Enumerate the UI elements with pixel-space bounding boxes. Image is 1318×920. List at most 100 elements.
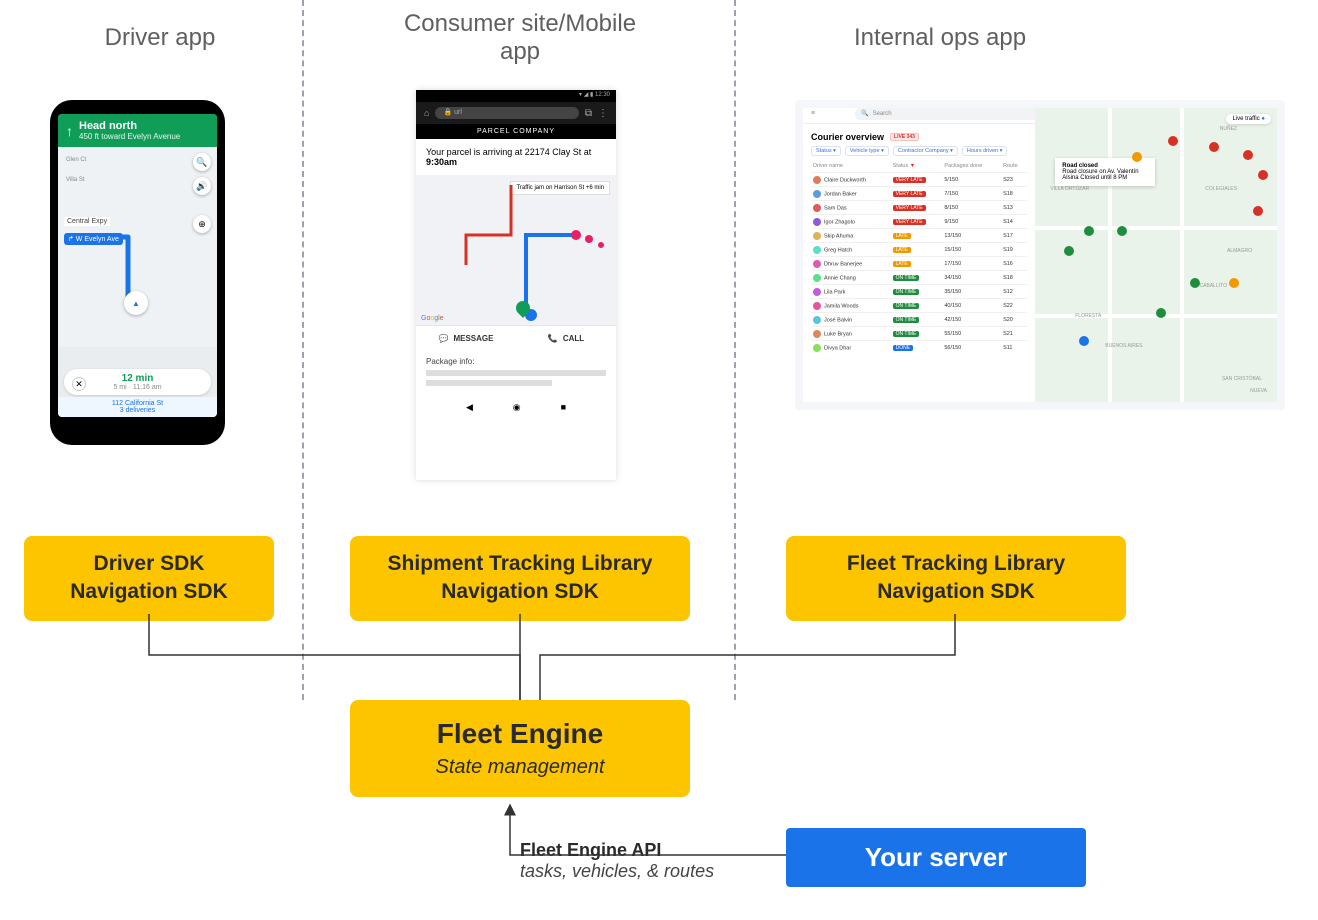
ops-sdk-box: Fleet Tracking LibraryNavigation SDK [786,536,1126,621]
footer-address: 112 California St [58,400,217,407]
map-marker [1209,142,1219,152]
filter-status[interactable]: Status ▾ [811,146,841,156]
route-line [416,175,616,325]
fleet-engine-api-label: Fleet Engine API tasks, vehicles, & rout… [520,840,714,882]
driver-map: Glen Ct Villa St Central Expy 🔍 🔊 ⊕ ↱ W … [58,147,217,347]
filter-hours[interactable]: Hours driven ▾ [962,146,1007,156]
phone-statusbar: ▾ ◢ ▮ 12:30 [416,90,616,102]
column-header-consumer: Consumer site/Mobile app [400,10,640,66]
map-area-label: NUEVA [1250,388,1267,394]
parcel-message: Your parcel is arriving at 22174 Clay St… [416,139,616,175]
direction-subtitle: 450 ft toward Evelyn Avenue [79,132,180,141]
consumer-sdk-box: Shipment Tracking LibraryNavigation SDK [350,536,690,621]
android-nav-buttons: ◀ ◉ ■ [416,396,616,423]
fleet-engine-title: Fleet Engine [360,718,680,750]
driver-sdk-box: Driver SDKNavigation SDK [24,536,274,621]
map-area-label: COLEGIALES [1205,186,1237,192]
column-divider [302,0,304,700]
table-row: Greg HatchLATE15/150S19 [811,243,1027,257]
consumer-map: Traffic jam on Harrison St +6 min Google [416,175,616,325]
fleet-engine-subtitle: State management [360,756,680,779]
map-marker [1117,226,1127,236]
map-area-label: FLORESTA [1075,313,1101,319]
courier-table: Driver name Status ▼ Packages done Route… [811,160,1027,354]
map-marker [1132,152,1142,162]
browser-urlbar: ⌂ 🔒 url ⧉ ⋮ [416,102,616,124]
th-status: Status ▼ [891,160,943,173]
internal-ops-mockup: ≡ 🔍Search ✕ Courier overviewLIVE 343 Sta… [795,100,1285,410]
map-marker [1084,226,1094,236]
home-icon: ⌂ [424,108,429,118]
package-info-section: Package info: [416,351,616,396]
nav-direction-banner: ↑ Head north 450 ft toward Evelyn Avenue [58,114,217,147]
api-label-subtitle: tasks, vehicles, & routes [520,861,714,882]
eta-time: 12 min [70,373,205,384]
ops-title: Courier overviewLIVE 343 [811,132,1027,142]
home-icon: ◉ [513,402,521,413]
direction-title: Head north [79,120,180,132]
map-area-label: NUÑEZ [1220,126,1237,132]
call-button[interactable]: 📞CALL [516,326,616,351]
delivery-footer: 112 California St 3 deliveries [58,397,217,417]
table-row: Dhruv BanerjeeLATE17/150S16 [811,257,1027,271]
table-row: Sam DasVERY LATE8/150S13 [811,201,1027,215]
call-icon: 📞 [548,334,558,343]
table-row: Annie ChangON TIME34/150S18 [811,271,1027,285]
more-icon: ⋮ [598,108,608,119]
url-input: 🔒 url [435,107,578,119]
parcel-eta-time: 9:30am [426,157,606,167]
map-area-label: BUENOS AIRES [1105,343,1142,349]
map-area-label: CABALLITO [1200,283,1227,289]
message-icon: 💬 [439,334,449,343]
driver-app-mockup: ↑ Head north 450 ft toward Evelyn Avenue… [50,100,225,445]
map-area-label: ALMAGRO [1227,248,1252,254]
road-closed-toast: Road closed Road closure on Av. Valentín… [1055,158,1155,186]
column-divider [734,0,736,700]
api-label-title: Fleet Engine API [520,840,714,861]
recents-icon: ■ [561,402,566,413]
map-marker [1079,336,1089,346]
map-marker [1168,136,1178,146]
table-row: Igor ZhagoloVERY LATE9/150S14 [811,215,1027,229]
close-icon: ✕ [72,377,86,391]
google-logo: Google [421,315,444,322]
live-traffic-toggle[interactable]: Live traffic ● [1226,114,1271,124]
package-info-label: Package info: [426,357,606,366]
ops-map: Live traffic ● Road closed Road closure … [1035,108,1277,402]
map-marker [1190,278,1200,288]
footer-deliveries: 3 deliveries [58,407,217,414]
tabs-icon: ⧉ [585,108,592,119]
table-row: Claire DuckworthVERY LATE5/150S23 [811,173,1027,187]
th-name: Driver name [811,160,891,173]
menu-icon: ≡ [811,110,815,117]
map-marker [1243,150,1253,160]
column-header-driver: Driver app [60,24,260,52]
navigation-cursor-icon: ▲ [124,291,148,315]
map-area-label: SAN CRISTÓBAL [1222,376,1262,382]
consumer-app-mockup: ▾ ◢ ▮ 12:30 ⌂ 🔒 url ⧉ ⋮ PARCEL COMPANY Y… [416,90,616,480]
search-icon: 🔍 [861,110,868,117]
toast-body: Road closure on Av. Valentín Alsina Clos… [1062,169,1138,181]
live-badge: LIVE 343 [890,133,919,141]
placeholder-line [426,370,606,376]
filter-vehicle-type[interactable]: Vehicle type ▾ [845,146,889,156]
eta-sub: 5 mi · 11:16 am [70,384,205,391]
table-row: Divya DharDONE56/150S11 [811,341,1027,355]
table-row: Jordan BakerVERY LATE7/150S18 [811,187,1027,201]
brand-header: PARCEL COMPANY [416,124,616,139]
route-line [58,147,217,347]
map-marker [1229,278,1239,288]
table-row: Lila ParkON TIME35/150S12 [811,285,1027,299]
filter-contractor[interactable]: Contractor Company ▾ [893,146,958,156]
back-icon: ◀ [466,402,473,413]
route-street-pill: ↱ W Evelyn Ave [64,233,123,245]
eta-bar: ✕ 12 min 5 mi · 11:16 am [64,369,211,395]
map-area-label: VILLA ORTÚZAR [1050,186,1089,192]
th-packages: Packages done [942,160,1001,173]
message-button[interactable]: 💬MESSAGE [416,326,516,351]
table-row: Luke BryanON TIME55/150S21 [811,327,1027,341]
fleet-engine-box: Fleet Engine State management [350,700,690,797]
table-row: Jamila WoodsON TIME40/150S22 [811,299,1027,313]
map-marker [1253,206,1263,216]
placeholder-line [426,380,552,386]
